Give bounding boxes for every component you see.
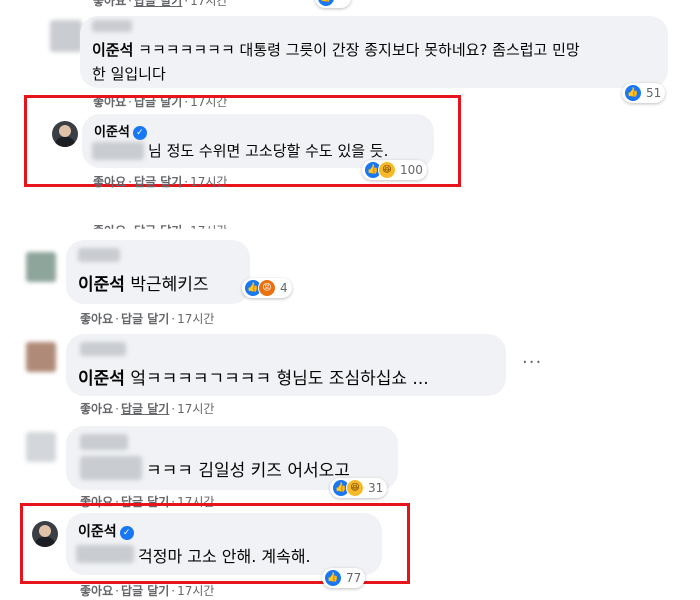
verified-badge-icon: ✓ [119,526,134,540]
like-link[interactable]: 좋아요 [80,312,113,326]
comment-actions: 좋아요 · 답글 달기 · 17시간 [93,175,228,189]
reply-link[interactable]: 답글 달기 [134,0,182,8]
reaction-count: 100 [400,163,423,177]
comment-text: 님 정도 수위면 고소당할 수도 있을 듯. [148,142,389,160]
comment-text: 이준석 ㅋㅋㅋㅋㅋㅋㅋ 대통령 그릇이 간장 종지보다 못하네요? 좀스럽고 민… [92,41,580,83]
comment-text: 걱정마 고소 안해. 계속해. [138,547,311,566]
like-reaction-icon: 👍 [624,84,642,102]
redacted-username [76,545,134,563]
comment-bubble: 이준석 ✓ 걱정마 고소 안해. 계속해. [66,513,382,575]
like-link[interactable]: 좋아요 [80,584,113,598]
reaction-summary[interactable]: 👍 😡 4 [242,278,292,298]
comment-text: 이준석 엌ㅋㅋㅋㅋㄱㅋㅋㅋ 형님도 조심하십쇼 ... [78,369,429,389]
timestamp: 17시간 [190,224,228,238]
mention-name: 이준석 [92,41,134,59]
comment-bubble: 이준석 엌ㅋㅋㅋㅋㄱㅋㅋㅋ 형님도 조심하십쇼 ... [66,334,506,396]
comment-bubble: 이준석 박근혜키즈 [66,240,250,304]
timestamp: 17시간 [177,312,215,326]
like-link[interactable]: 좋아요 [93,224,126,229]
avatar[interactable] [52,121,78,147]
redacted-username [80,456,142,480]
comment-actions-clipped: 좋아요 · 답글 달기 · 17시간 [93,224,228,238]
like-reaction-icon: 👍 [317,0,335,7]
more-options-icon[interactable]: ··· [522,352,542,373]
avatar[interactable] [26,342,56,372]
comment-bubble: 이준석 ㅋㅋㅋㅋㅋㅋㅋ 대통령 그릇이 간장 종지보다 못하네요? 좀스럽고 민… [80,16,668,88]
angry-reaction-icon: 😡 [258,279,276,297]
avatar[interactable] [32,521,58,547]
verified-badge-icon: ✓ [132,126,147,140]
reaction-summary[interactable]: 👍 77 [322,568,366,588]
comment-author[interactable]: 이준석 ✓ [78,521,134,541]
like-reaction-icon: 👍 [324,569,342,587]
timestamp: 17시간 [190,0,228,8]
haha-reaction-icon: 😆 [378,161,396,179]
avatar[interactable] [26,432,56,462]
avatar[interactable] [50,20,82,52]
reply-link[interactable]: 답글 달기 [121,312,169,326]
mention-name: 이준석 [78,369,125,389]
comment-text: 이준석 박근혜키즈 [78,275,209,295]
reaction-count: 4 [280,281,288,295]
timestamp: 17시간 [190,175,228,189]
reply-link[interactable]: 답글 달기 [134,224,182,229]
reaction-summary-top[interactable]: 👍 [315,0,351,8]
timestamp: 17시간 [177,584,215,598]
comment-author[interactable]: 이준석 ✓ [94,121,147,140]
reaction-count: 51 [646,86,662,100]
reaction-count: 31 [368,481,384,495]
redacted-author [92,20,132,32]
timestamp: 17시간 [177,402,215,416]
avatar[interactable] [26,252,56,282]
comment-actions: 좋아요 · 답글 달기 · 17시간 [80,312,215,326]
reaction-count: 77 [346,571,362,585]
redacted-author [78,248,120,262]
redacted-author [80,434,128,450]
like-link[interactable]: 좋아요 [80,402,113,416]
comment-actions: 좋아요 · 답글 달기 · 17시간 [80,402,215,416]
like-link[interactable]: 좋아요 [93,175,126,189]
reply-link[interactable]: 답글 달기 [134,175,182,189]
redacted-author [80,342,126,356]
reaction-summary[interactable]: 👍 😆 100 [362,160,427,180]
redacted-username [92,142,144,160]
reaction-summary[interactable]: 👍 😆 31 [330,478,388,498]
haha-reaction-icon: 😆 [346,479,364,497]
reply-link[interactable]: 답글 달기 [121,584,169,598]
comment-actions-top: 좋아요 · 답글 달기 · 17시간 [93,0,227,9]
mention-name: 이준석 [78,275,125,295]
comment-actions: 좋아요 · 답글 달기 · 17시간 [80,584,215,598]
reaction-summary[interactable]: 👍 51 [622,83,666,103]
like-link[interactable]: 좋아요 [93,0,126,8]
reply-link[interactable]: 답글 달기 [121,402,169,416]
comment-text: ㅋㅋㅋ 김일성 키즈 어서오고 [146,461,350,481]
